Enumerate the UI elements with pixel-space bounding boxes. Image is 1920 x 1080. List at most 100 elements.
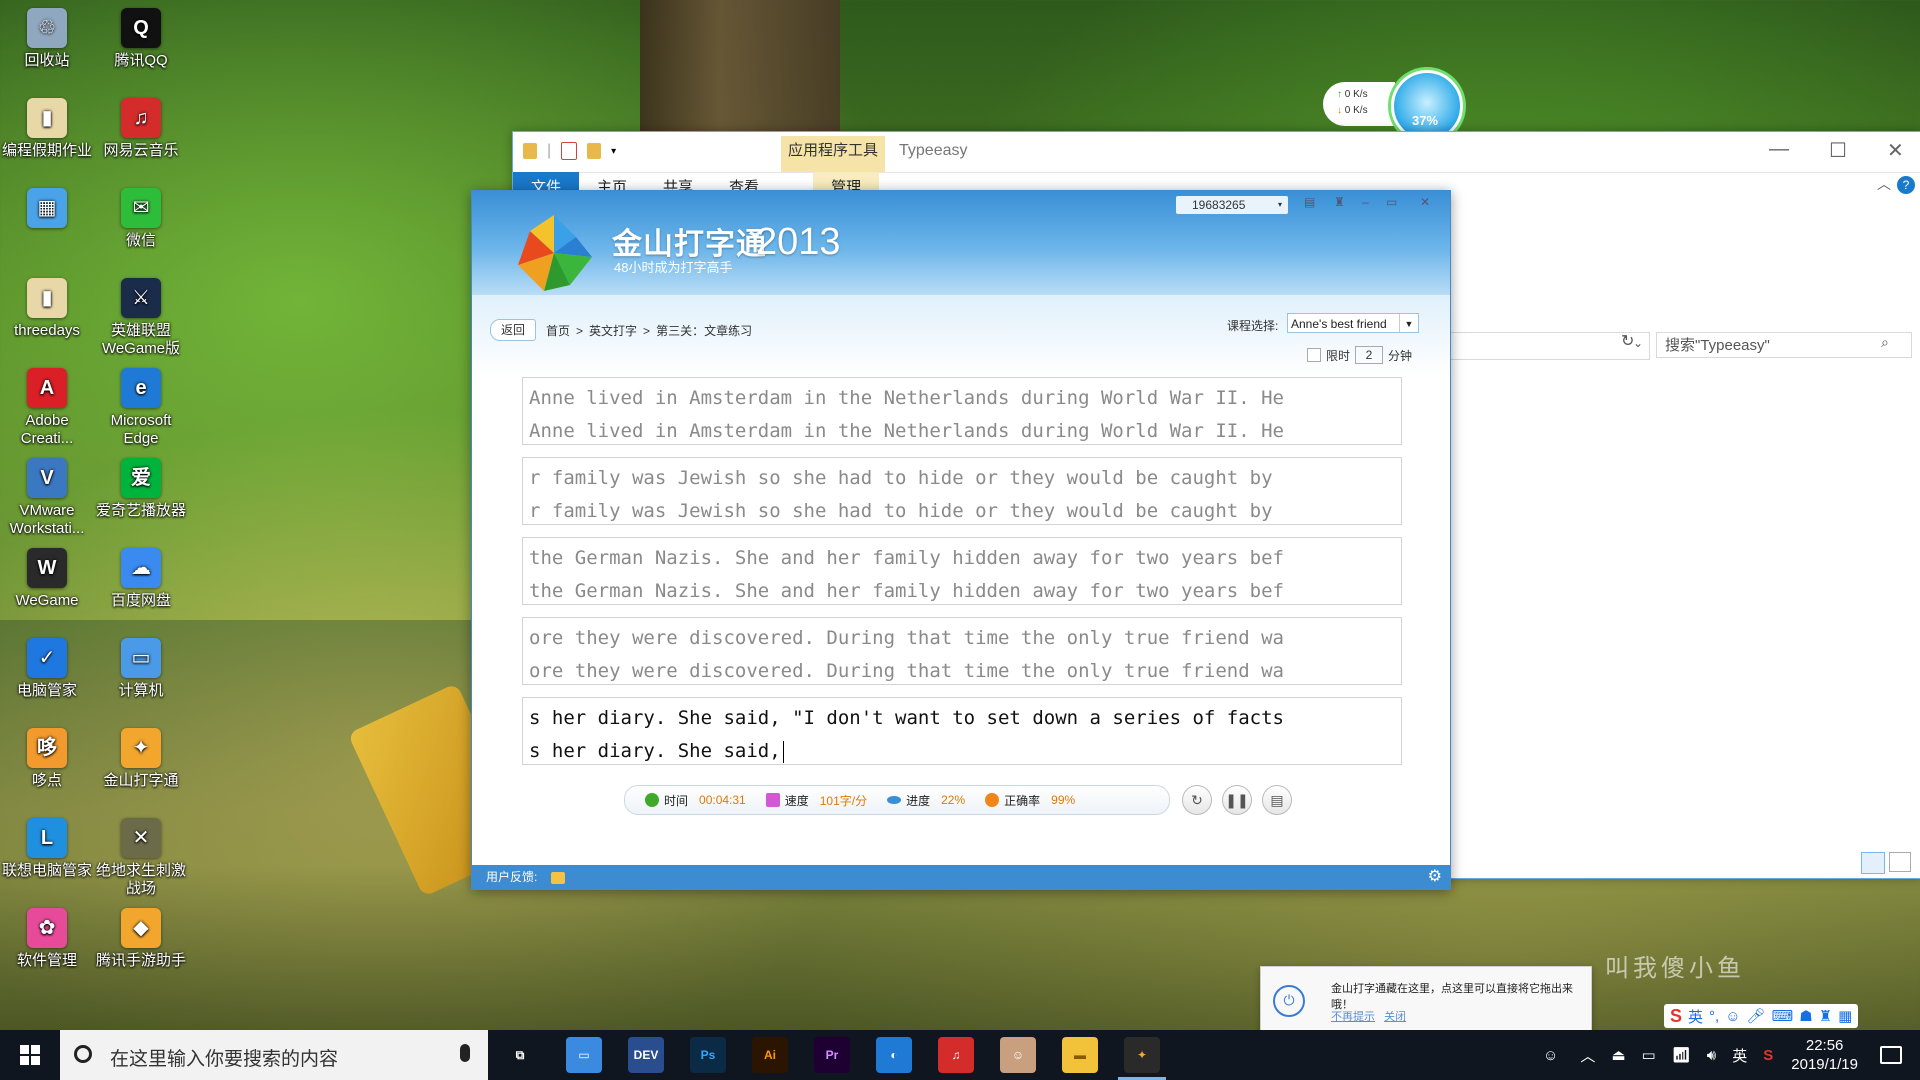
taskbar-app-browser[interactable]: ◐ [876, 1037, 912, 1073]
netease-music-icon: ♫ [951, 1048, 961, 1062]
start-button[interactable] [0, 1030, 60, 1080]
minimize-icon[interactable]: – [1362, 195, 1369, 209]
typing-line[interactable]: r family was Jewish so she had to hide o… [522, 457, 1402, 525]
action-center-icon[interactable] [1880, 1046, 1902, 1064]
typed-text: the German Nazis. She and her family hid… [529, 580, 1284, 602]
desktop-icon[interactable]: L 联想电脑管家 [2, 818, 92, 880]
desktop-icon[interactable]: ✿ 软件管理 [2, 908, 92, 970]
desktop-icon[interactable]: A Adobe Creati... [2, 368, 92, 448]
taskbar-app-netease-music[interactable]: ♫ [938, 1037, 974, 1073]
volume-icon[interactable]: 🔊︎ [1707, 1047, 1716, 1064]
desktop-icon[interactable]: ☁ 百度网盘 [96, 548, 186, 610]
time-limit-input[interactable]: 2 [1355, 346, 1384, 364]
clock[interactable]: 22:56 2019/1/19 [1791, 1036, 1858, 1074]
ribbon-collapse-icon[interactable]: ︿ [1877, 174, 1891, 194]
app-tools-context-tab[interactable]: 应用程序工具 [781, 136, 885, 172]
qat-dropdown-icon[interactable]: ▾ [611, 146, 616, 157]
user-icon[interactable]: ☗ [1799, 1007, 1812, 1025]
clock-icon [645, 793, 659, 807]
properties-icon[interactable] [561, 142, 578, 160]
taskbar-app-typeeasy[interactable]: ✦ [1118, 1037, 1166, 1080]
refresh-icon[interactable]: ↻ [1621, 331, 1634, 351]
taskbar-app-avatar-app[interactable]: ☺ [1000, 1037, 1036, 1073]
gear-icon[interactable]: ⚙ [1428, 865, 1442, 889]
desktop-icon[interactable]: ▮ threedays [2, 278, 92, 340]
usb-icon[interactable]: ⏏ [1611, 1046, 1625, 1064]
ime-mode[interactable]: 英 [1688, 1006, 1703, 1027]
desktop-icon[interactable]: ⚔ 英雄联盟 WeGame版 [96, 278, 186, 358]
desktop-icon[interactable]: Q 腾讯QQ [96, 8, 186, 70]
desktop-icon[interactable]: ▦ [2, 188, 92, 232]
taskbar-app-illustrator[interactable]: Ai [752, 1037, 788, 1073]
new-folder-icon[interactable] [587, 143, 602, 159]
close-icon[interactable]: ✕ [1887, 138, 1904, 163]
tools-icon[interactable]: ▦ [1838, 1007, 1852, 1025]
course-select[interactable]: Anne's best friend ▼ [1287, 313, 1419, 333]
taskbar-search[interactable]: 在这里输入你要搜索的内容 [60, 1030, 488, 1080]
typing-line[interactable]: ore they were discovered. During that ti… [522, 617, 1402, 685]
ime-toolbar[interactable]: S 英 °, ☺ 🎤︎ ⌨ ☗ ♜ ▦ [1664, 1004, 1859, 1028]
net-speed-widget[interactable]: ↑ 0 K/s ↓ 0 K/s 37% [1323, 70, 1493, 142]
desktop-icon[interactable]: 哆哆点 [2, 728, 92, 790]
back-button[interactable]: 返回 [490, 319, 536, 341]
large-icons-view-icon[interactable] [1889, 852, 1911, 872]
minimize-icon[interactable]: — [1769, 138, 1789, 161]
maximize-icon[interactable]: ☐ [1829, 138, 1847, 163]
desktop-icon[interactable]: ◆ 腾讯手游助手 [96, 908, 186, 970]
microphone-icon[interactable] [460, 1044, 470, 1062]
desktop-icon[interactable]: ▭ 计算机 [96, 638, 186, 700]
desktop-icon[interactable]: ▮ 编程假期作业 [2, 98, 92, 160]
people-icon[interactable]: ☺ [1543, 1047, 1558, 1064]
show-hidden-icons-icon[interactable]: ︿ [1580, 1045, 1595, 1066]
taskbar-app-dev-cpp[interactable]: DEV [628, 1037, 664, 1073]
desktop-icon[interactable]: ✦ 金山打字通 [96, 728, 186, 790]
desktop-icon[interactable]: 爱爱奇艺播放器 [96, 458, 186, 520]
taskbar-app-task-view[interactable]: ⧉ [502, 1037, 538, 1073]
feedback-icon[interactable] [550, 871, 565, 884]
taskbar-app-premiere[interactable]: Pr [814, 1037, 850, 1073]
notes-icon[interactable]: ▤ [1304, 195, 1315, 209]
desktop-icon[interactable]: V VMware Workstati... [2, 458, 92, 538]
explorer-search-input[interactable]: 搜索"Typeeasy" [1656, 332, 1912, 358]
desktop-icon[interactable]: ✓ 电脑管家 [2, 638, 92, 700]
typing-line[interactable]: the German Nazis. She and her family hid… [522, 537, 1402, 605]
microphone-icon[interactable]: 🎤︎ [1747, 1007, 1766, 1025]
desktop-icon[interactable]: W WeGame [2, 548, 92, 610]
folder-icon[interactable] [523, 143, 537, 159]
typing-line[interactable]: Anne lived in Amsterdam in the Netherlan… [522, 377, 1402, 445]
desktop-icon[interactable]: ✕ 绝地求生刺激战场 [96, 818, 186, 898]
address-dropdown-icon[interactable]: ⌄ [1633, 336, 1643, 350]
skin-icon[interactable]: ♜ [1819, 1007, 1832, 1025]
punctuation-icon[interactable]: °, [1709, 1008, 1719, 1025]
desktop-icon[interactable]: ♫ 网易云音乐 [96, 98, 186, 160]
emoji-icon[interactable]: ☺ [1725, 1008, 1740, 1025]
breadcrumb-home[interactable]: 首页 [546, 324, 570, 338]
close-icon[interactable]: ✕ [1420, 195, 1430, 209]
report-button[interactable]: ▤ [1262, 785, 1292, 815]
restart-button[interactable]: ↻ [1182, 785, 1212, 815]
time-limit-checkbox[interactable] [1307, 348, 1321, 362]
close-link[interactable]: 关闭 [1384, 1011, 1406, 1023]
restore-icon[interactable]: ▭ [1386, 195, 1397, 209]
desktop-icon[interactable]: e Microsoft Edge [96, 368, 186, 448]
keyboard-icon[interactable]: ⌨ [1772, 1007, 1794, 1025]
search-icon[interactable]: ⌕ [1881, 334, 1889, 351]
battery-icon[interactable]: ▭ [1642, 1046, 1656, 1064]
taskbar-app-computer[interactable]: ▭ [566, 1037, 602, 1073]
skin-icon[interactable]: ♜ [1334, 195, 1345, 209]
pause-button[interactable]: ❚❚ [1222, 785, 1252, 815]
taskbar-app-file-explorer[interactable]: ▬ [1062, 1037, 1098, 1073]
breadcrumb-english[interactable]: 英文打字 [589, 324, 637, 338]
network-icon[interactable]: 📶︎ [1672, 1046, 1691, 1064]
input-language[interactable]: 英 [1732, 1045, 1747, 1066]
address-bar[interactable]: ⌄ [1448, 332, 1650, 360]
typing-line-active[interactable]: s her diary. She said, "I don't want to … [522, 697, 1402, 765]
user-account-dropdown[interactable]: 19683265 ▾ [1176, 196, 1288, 214]
desktop-icon[interactable]: ♲ 回收站 [2, 8, 92, 70]
taskbar-app-photoshop[interactable]: Ps [690, 1037, 726, 1073]
sogou-tray-icon[interactable]: S [1763, 1047, 1773, 1064]
dont-remind-link[interactable]: 不再提示 [1331, 1011, 1375, 1023]
desktop-icon[interactable]: ✉ 微信 [96, 188, 186, 250]
help-icon[interactable]: ? [1897, 176, 1915, 194]
details-view-icon[interactable] [1861, 852, 1885, 874]
